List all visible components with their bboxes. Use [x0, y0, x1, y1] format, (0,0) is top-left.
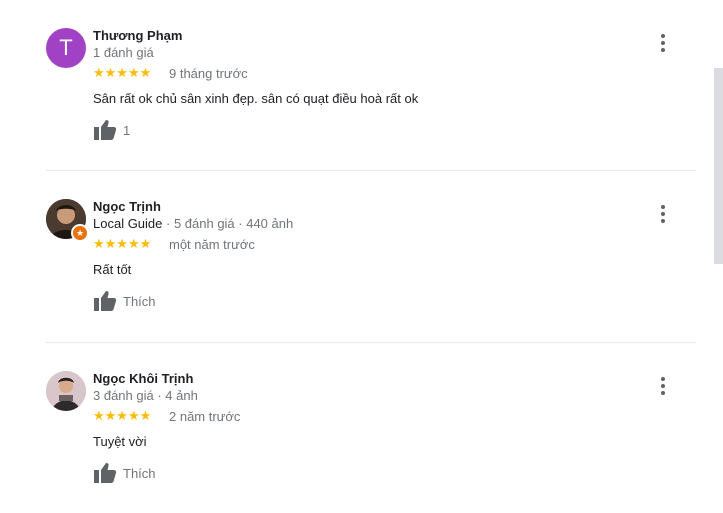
like-button[interactable]: 1	[93, 119, 130, 141]
more-options-button[interactable]	[656, 34, 670, 52]
reviewer-name[interactable]: Ngọc Trịnh	[93, 199, 161, 214]
like-label: Thích	[123, 465, 156, 481]
reviewer-name[interactable]: Thương Phạm	[93, 28, 182, 43]
more-vert-icon	[661, 205, 665, 209]
like-button[interactable]: Thích	[93, 290, 156, 312]
like-button[interactable]: Thích	[93, 462, 156, 484]
divider	[46, 170, 696, 171]
like-count: 1	[123, 122, 131, 138]
avatar-photo	[46, 371, 86, 411]
avatar[interactable]: T	[46, 28, 86, 68]
star-rating: ★★★★★	[93, 408, 152, 423]
reviewer-meta: Local Guide · 5 đánh giá · 440 ảnh	[93, 216, 293, 231]
thumbs-up-icon	[94, 291, 117, 311]
thumbs-up-icon	[94, 120, 117, 140]
local-guide-badge-icon: ★	[71, 224, 89, 242]
review-text: Tuyệt vời	[93, 434, 147, 449]
more-options-button[interactable]	[656, 377, 670, 395]
reviewer-counts: · 5 đánh giá · 440 ảnh	[162, 216, 294, 231]
reviewer-meta: 1 đánh giá	[93, 45, 154, 60]
thumbs-up-icon	[94, 463, 117, 483]
divider	[46, 342, 696, 343]
scrollbar[interactable]	[714, 68, 723, 264]
review-time: một năm trước	[169, 237, 255, 252]
review-text: Sân rất ok chủ sân xinh đẹp. sân có quạt…	[93, 91, 419, 106]
review-text: Rất tốt	[93, 262, 132, 277]
review-time: 2 năm trước	[169, 409, 241, 424]
more-vert-icon	[661, 34, 665, 38]
reviewer-meta: 3 đánh giá · 4 ảnh	[93, 388, 198, 403]
local-guide-label: Local Guide	[93, 216, 163, 231]
more-options-button[interactable]	[656, 205, 670, 223]
star-rating: ★★★★★	[93, 65, 152, 80]
star-rating: ★★★★★	[93, 236, 152, 251]
avatar[interactable]	[46, 371, 86, 411]
like-label: Thích	[123, 293, 156, 309]
reviewer-name[interactable]: Ngọc Khôi Trịnh	[93, 371, 193, 386]
review-time: 9 tháng trước	[169, 66, 248, 81]
more-vert-icon	[661, 377, 665, 381]
